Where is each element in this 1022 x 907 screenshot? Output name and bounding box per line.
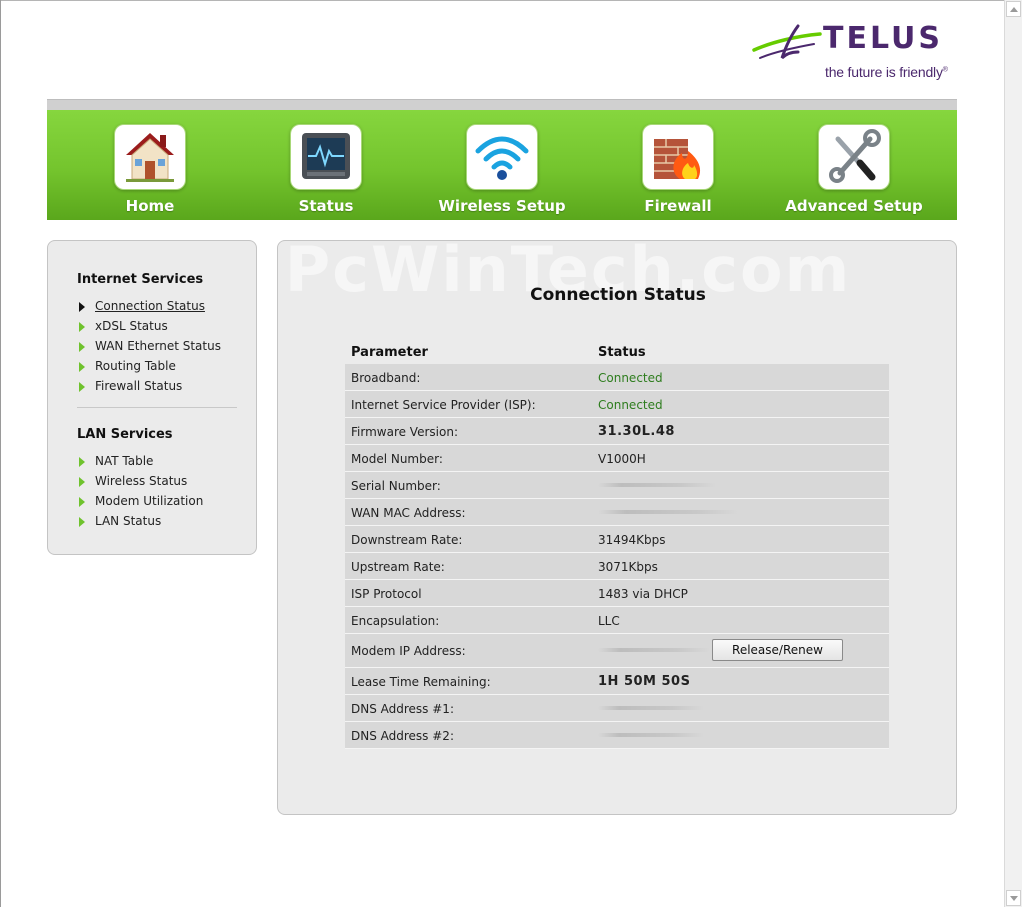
isp-status-value: Connected: [598, 398, 663, 412]
table-row: Modem IP Address: Release/Renew: [345, 634, 889, 668]
sidebar-item-label: LAN Status: [95, 514, 162, 528]
table-row: ISP Protocol 1483 via DHCP: [345, 580, 889, 607]
redacted-dns-address-1: [598, 706, 704, 710]
lease-time-remaining-value: 1H 50M 50S: [598, 674, 691, 689]
scroll-up-icon[interactable]: [1006, 1, 1021, 17]
param-label: Lease Time Remaining:: [351, 675, 491, 689]
main-nav: Home Status Wireless Setup Firewall Adva…: [47, 110, 957, 220]
page-title: Connection Status: [530, 285, 706, 305]
nav-label-home: Home: [125, 197, 175, 215]
arrow-right-icon: [79, 302, 85, 312]
nav-label-firewall: Firewall: [644, 197, 712, 215]
param-label: Firmware Version:: [351, 425, 458, 439]
sidebar-item-label: Firewall Status: [95, 379, 183, 393]
main-content-panel: PcWinTech.com Connection Status Paramete…: [277, 233, 957, 815]
sidebar-item-label: Routing Table: [95, 359, 176, 373]
nav-item-status[interactable]: Status: [238, 110, 414, 220]
upstream-rate-value: 3071Kbps: [598, 560, 658, 574]
param-label: DNS Address #2:: [351, 729, 454, 743]
param-label: Broadband:: [351, 371, 421, 385]
param-label: Downstream Rate:: [351, 533, 463, 547]
arrow-right-icon: [79, 457, 85, 467]
sidebar: Internet Services Connection Status xDSL…: [47, 240, 257, 555]
redacted-wan-mac-address: [598, 510, 738, 514]
brand-tagline: the future is friendly®: [825, 64, 948, 80]
home-icon: [114, 124, 186, 190]
redacted-dns-address-2: [598, 733, 704, 737]
brand-name: TELUS: [823, 21, 943, 56]
scroll-down-icon[interactable]: [1006, 890, 1021, 906]
sidebar-item-label: WAN Ethernet Status: [95, 339, 221, 353]
nav-label-status: Status: [298, 197, 354, 215]
table-row: Internet Service Provider (ISP): Connect…: [345, 391, 889, 418]
window-frame-left: [0, 0, 1, 907]
broadband-status-value: Connected: [598, 371, 663, 385]
tools-icon: [818, 124, 890, 190]
sidebar-divider: [77, 407, 237, 408]
arrow-right-icon: [79, 342, 85, 352]
table-row: WAN MAC Address:: [345, 499, 889, 526]
isp-protocol-value: 1483 via DHCP: [598, 587, 688, 601]
param-label: Internet Service Provider (ISP):: [351, 398, 536, 412]
telus-logo: TELUS the future is friendly®: [752, 20, 962, 82]
sidebar-item-label: xDSL Status: [95, 319, 168, 333]
connection-status-table: Parameter Status Broadband: Connected In…: [345, 337, 889, 749]
nav-item-firewall[interactable]: Firewall: [590, 110, 766, 220]
sidebar-item-label: Wireless Status: [95, 474, 188, 488]
nav-label-advanced-setup: Advanced Setup: [785, 197, 923, 215]
table-row: Downstream Rate: 31494Kbps: [345, 526, 889, 553]
nav-item-wireless-setup[interactable]: Wireless Setup: [414, 110, 590, 220]
sidebar-item-label: Connection Status: [95, 299, 205, 313]
firewall-icon: [642, 124, 714, 190]
redacted-modem-ip-address: [598, 648, 710, 652]
telus-globe-icon: [752, 24, 822, 60]
table-row: Firmware Version: 31.30L.48: [345, 418, 889, 445]
column-header-parameter: Parameter: [351, 345, 428, 360]
sidebar-item-label: Modem Utilization: [95, 494, 204, 508]
vertical-scrollbar[interactable]: [1004, 0, 1022, 907]
arrow-right-icon: [79, 362, 85, 372]
table-row: Lease Time Remaining: 1H 50M 50S: [345, 668, 889, 695]
param-label: WAN MAC Address:: [351, 506, 466, 520]
arrow-right-icon: [79, 382, 85, 392]
wifi-icon: [466, 124, 538, 190]
firmware-version-value: 31.30L.48: [598, 424, 675, 439]
table-row: Upstream Rate: 3071Kbps: [345, 553, 889, 580]
table-row: Broadband: Connected: [345, 364, 889, 391]
table-row: Model Number: V1000H: [345, 445, 889, 472]
table-row: Serial Number:: [345, 472, 889, 499]
nav-item-home[interactable]: Home: [62, 110, 238, 220]
table-header: Parameter Status: [345, 337, 889, 364]
column-header-status: Status: [598, 345, 646, 360]
arrow-right-icon: [79, 322, 85, 332]
nav-label-wireless-setup: Wireless Setup: [438, 197, 566, 215]
encapsulation-value: LLC: [598, 614, 620, 628]
param-label: Modem IP Address:: [351, 644, 466, 658]
sidebar-item-label: NAT Table: [95, 454, 154, 468]
table-row: DNS Address #1:: [345, 695, 889, 722]
param-label: Serial Number:: [351, 479, 441, 493]
param-label: Model Number:: [351, 452, 443, 466]
sidebar-heading-lan-services: LAN Services: [77, 427, 173, 442]
redacted-serial-number: [598, 483, 716, 487]
nav-top-strip: [47, 99, 957, 110]
arrow-right-icon: [79, 497, 85, 507]
arrow-right-icon: [79, 477, 85, 487]
param-label: ISP Protocol: [351, 587, 422, 601]
downstream-rate-value: 31494Kbps: [598, 533, 666, 547]
monitor-icon: [290, 124, 362, 190]
nav-item-advanced-setup[interactable]: Advanced Setup: [766, 110, 942, 220]
model-number-value: V1000H: [598, 452, 646, 466]
param-label: DNS Address #1:: [351, 702, 454, 716]
release-renew-button[interactable]: Release/Renew: [712, 639, 843, 661]
table-row: Encapsulation: LLC: [345, 607, 889, 634]
param-label: Encapsulation:: [351, 614, 440, 628]
sidebar-heading-internet-services: Internet Services: [77, 272, 204, 287]
window-frame-top: [0, 0, 1004, 1]
table-row: DNS Address #2:: [345, 722, 889, 749]
param-label: Upstream Rate:: [351, 560, 445, 574]
arrow-right-icon: [79, 517, 85, 527]
